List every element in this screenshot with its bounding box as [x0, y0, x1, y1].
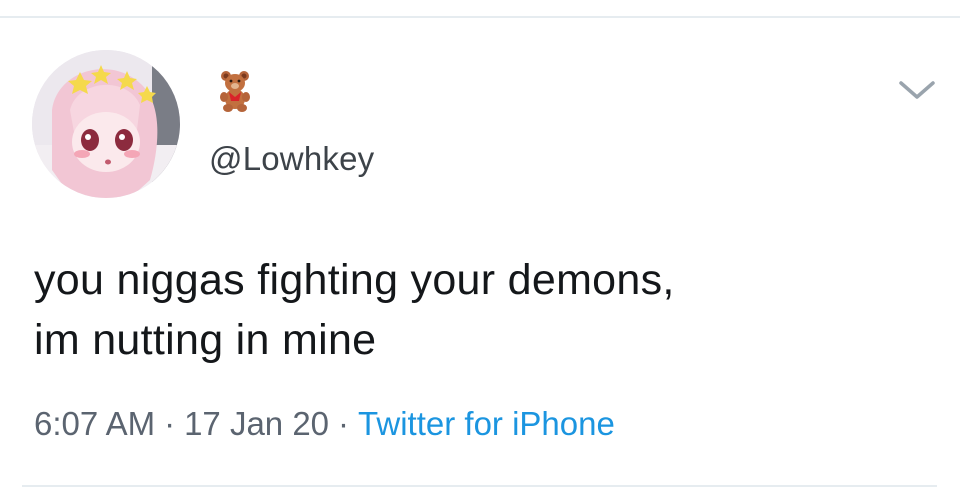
tweet-date[interactable]: 17 Jan 20 — [184, 405, 329, 442]
tweet-text-line: im nutting in mine — [34, 316, 377, 364]
avatar-image — [32, 50, 180, 198]
chevron-down-icon — [899, 81, 935, 99]
tweet-time[interactable]: 6:07 AM — [34, 405, 155, 442]
avatar[interactable] — [32, 50, 180, 198]
tweet-text: you niggas fighting your demons, im nutt… — [34, 250, 934, 370]
user-handle[interactable]: @Lowhkey — [209, 140, 374, 178]
tweet-metadata: 6:07 AM · 17 Jan 20 · Twitter for iPhone — [34, 405, 615, 443]
tweet-text-line: you niggas fighting your demons, — [34, 256, 675, 304]
teddy-bear-emoji-icon — [220, 71, 250, 112]
separator-dot: · — [338, 405, 350, 442]
top-divider — [0, 16, 960, 18]
display-name-teddy-bear[interactable] — [218, 70, 252, 112]
bottom-divider — [22, 485, 937, 487]
tweet-source-link[interactable]: Twitter for iPhone — [358, 405, 615, 442]
tweet-menu-button[interactable] — [895, 75, 939, 105]
separator-dot: · — [164, 405, 176, 442]
